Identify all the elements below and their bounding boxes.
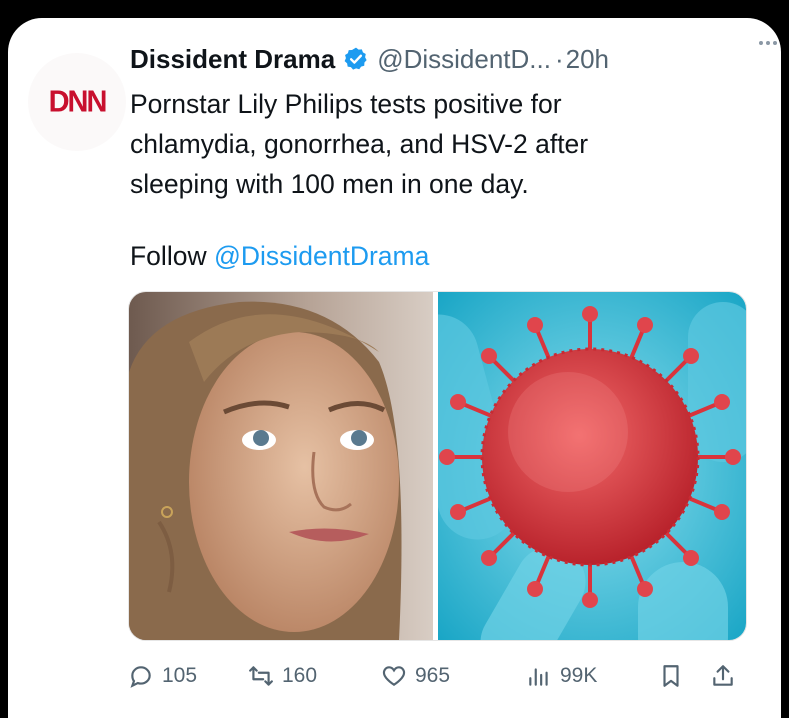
tweet-text-line: Pornstar Lily Philips tests positive for	[130, 89, 562, 119]
action-bar: 105 160 965 99K	[128, 658, 738, 694]
display-name[interactable]: Dissident Drama	[130, 44, 335, 75]
handle[interactable]: @DissidentD...	[377, 44, 551, 75]
repost-count: 160	[282, 664, 318, 687]
tweet-text-line: sleeping with 100 men in one day.	[130, 169, 529, 199]
repost-button[interactable]: 160	[248, 658, 317, 694]
heart-icon	[382, 666, 406, 686]
virus-illustration[interactable]	[438, 292, 746, 640]
tweet-text-line: chlamydia, gonorrhea, and HSV-2 after	[130, 129, 589, 159]
portrait-illustration	[129, 292, 433, 640]
tweet-card[interactable]: DNN Dissident Drama @DissidentD... · 20h…	[8, 18, 781, 718]
share-icon	[713, 665, 733, 686]
timestamp[interactable]: 20h	[566, 44, 609, 75]
avatar[interactable]: DNN	[28, 53, 126, 151]
bookmark-icon	[663, 665, 679, 687]
tweet-header: Dissident Drama @DissidentD... · 20h	[130, 39, 757, 79]
dnn-logo: DNN	[48, 84, 108, 119]
follow-line: Follow @DissidentDrama	[130, 236, 429, 276]
verified-badge-icon	[344, 47, 367, 70]
like-button[interactable]: 965	[381, 658, 450, 694]
share-button[interactable]	[710, 658, 744, 694]
virus-image	[438, 292, 746, 640]
reply-icon	[130, 666, 151, 688]
separator-dot: ·	[554, 43, 564, 74]
bookmark-button[interactable]	[658, 658, 692, 694]
views-button[interactable]: 99K	[526, 658, 597, 694]
views-count: 99K	[560, 664, 598, 687]
like-count: 965	[415, 664, 451, 687]
views-chart-icon	[529, 668, 548, 686]
more-options-icon[interactable]	[756, 32, 777, 50]
tweet-text: Pornstar Lily Philips tests positive for…	[130, 84, 730, 204]
repost-icon	[249, 666, 273, 686]
follow-handle-link[interactable]: @DissidentDrama	[214, 241, 429, 271]
woman-portrait-photo[interactable]	[129, 292, 433, 640]
reply-button[interactable]: 105	[128, 658, 197, 694]
tweet-media[interactable]	[128, 291, 747, 641]
reply-count: 105	[162, 664, 198, 687]
follow-prefix: Follow	[130, 241, 207, 271]
